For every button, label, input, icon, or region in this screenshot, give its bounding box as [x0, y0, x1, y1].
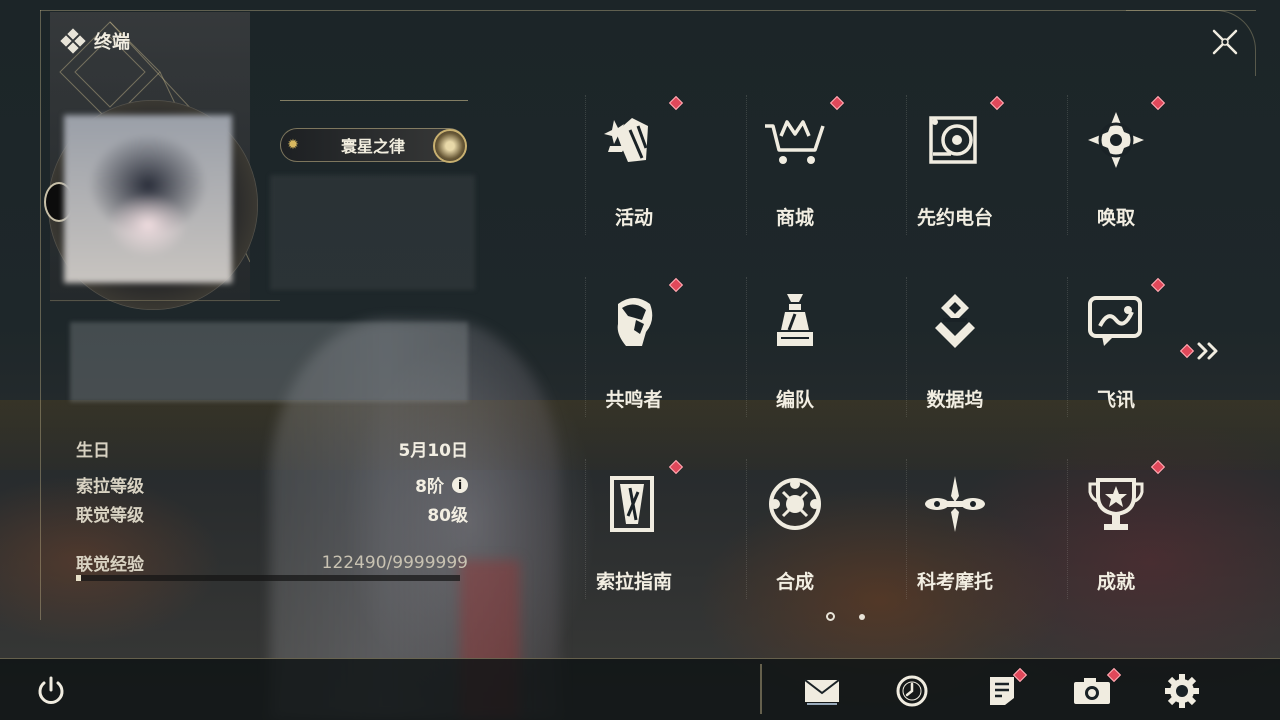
- mail-icon: [804, 679, 840, 705]
- shop-cart-icon: [760, 105, 830, 175]
- activity-icon: [599, 105, 669, 175]
- page-indicator: [826, 612, 865, 621]
- tile-guide: [585, 95, 586, 235]
- bottom-divider: [760, 664, 762, 714]
- menu-tile-synthesis[interactable]: 合成: [715, 459, 875, 629]
- menu-tile-shop-cart[interactable]: 商城: [715, 95, 875, 265]
- menu-tile-label: 编队: [775, 389, 814, 411]
- tile-guide: [1067, 459, 1068, 599]
- radio-icon: [920, 105, 990, 175]
- camera-icon: [1074, 678, 1110, 704]
- history-button[interactable]: [891, 670, 933, 712]
- menu-tile-label: 活动: [614, 207, 653, 229]
- badge-dot: [989, 95, 1005, 111]
- badge-dot: [829, 95, 845, 111]
- tile-guide: [906, 95, 907, 235]
- frame-left-line: [40, 10, 41, 620]
- orb-icon: [433, 129, 467, 163]
- badge-dot: [1179, 343, 1195, 359]
- clock-icon: [896, 675, 928, 707]
- team-chess-icon: [760, 287, 830, 357]
- synthesis-icon: [760, 469, 830, 539]
- tile-guide: [585, 277, 586, 417]
- menu-tile-convene[interactable]: 唤取: [1036, 95, 1196, 265]
- close-button[interactable]: [1205, 22, 1245, 62]
- exp-progress-fill: [76, 575, 81, 581]
- menu-tile-label: 数据坞: [926, 389, 984, 411]
- guidebook-icon: [599, 469, 669, 539]
- menu-tile-label: 共鸣者: [605, 389, 663, 411]
- badge-dot: [668, 95, 684, 111]
- player-name-area: [270, 175, 475, 290]
- badge-dot: [1150, 277, 1166, 293]
- menu-tile-label: 唤取: [1096, 207, 1135, 229]
- menu-tile-team-chess[interactable]: 编队: [715, 277, 875, 447]
- title-divider: [280, 100, 468, 101]
- page-dot-1[interactable]: [826, 612, 835, 621]
- tile-guide: [585, 459, 586, 599]
- menu-tile-label: 先约电台: [916, 207, 993, 229]
- terminal-header: 终端: [60, 28, 130, 54]
- menu-tile-label: 商城: [775, 207, 814, 229]
- avatar[interactable]: [64, 115, 232, 283]
- camera-button[interactable]: [1071, 667, 1122, 712]
- tile-guide: [906, 459, 907, 599]
- title-badge[interactable]: ✹ 寰星之律: [280, 128, 467, 163]
- convene-icon: [1081, 105, 1151, 175]
- badge-dot: [1150, 95, 1166, 111]
- stat-birthday: 生日 5月10日: [76, 441, 468, 461]
- next-page-button[interactable]: [1179, 338, 1222, 364]
- tile-guide: [1067, 277, 1068, 417]
- double-chevron-right-icon: [1197, 342, 1218, 360]
- resonator-icon: [599, 287, 669, 357]
- menu-tile-radio[interactable]: 先约电台: [875, 95, 1035, 265]
- page-dot-2[interactable]: [859, 613, 865, 620]
- stat-union-exp: 联觉经验 122490/9999999: [76, 552, 468, 576]
- menu-tile-activity[interactable]: 活动: [554, 95, 714, 265]
- title-badge-label: 寰星之律: [340, 137, 405, 156]
- message-icon: [1081, 287, 1151, 357]
- menu-tile-label: 飞讯: [1096, 389, 1135, 411]
- menu-tile-message[interactable]: 飞讯: [1036, 277, 1196, 447]
- menu-tile-trophy[interactable]: 成就: [1036, 459, 1196, 629]
- page-title: 终端: [94, 32, 130, 53]
- info-icon[interactable]: i: [452, 476, 468, 493]
- motorcycle-icon: [920, 469, 990, 539]
- tile-guide: [906, 277, 907, 417]
- menu-tile-motorcycle[interactable]: 科考摩托: [875, 459, 1035, 629]
- power-button[interactable]: [30, 670, 72, 712]
- menu-tile-label: 成就: [1096, 571, 1135, 593]
- badge-dot: [668, 459, 684, 475]
- badge-dot: [1150, 459, 1166, 475]
- frame-top-line: [40, 10, 1256, 11]
- menu-tile-resonator[interactable]: 共鸣者: [554, 277, 714, 447]
- menu-tile-label: 科考摩托: [916, 571, 993, 593]
- close-icon: [1212, 29, 1238, 55]
- data-bank-icon: [920, 287, 990, 357]
- menu-tile-data-bank[interactable]: 数据坞: [875, 277, 1035, 447]
- profile-divider: [50, 300, 280, 301]
- menu-tile-label: 合成: [775, 571, 814, 593]
- trophy-icon: [1081, 469, 1151, 539]
- menu-tile-guidebook[interactable]: 索拉指南: [554, 459, 714, 629]
- exp-progress-bar: [76, 575, 460, 581]
- gear-icon: [1165, 674, 1199, 708]
- tile-guide: [746, 459, 747, 599]
- badge-dot: [668, 277, 684, 293]
- tile-guide: [746, 95, 747, 235]
- notes-icon: [990, 677, 1014, 705]
- terminal-icon: [60, 28, 86, 54]
- tile-guide: [746, 277, 747, 417]
- menu-tile-label: 索拉指南: [595, 571, 672, 593]
- settings-button[interactable]: [1161, 670, 1203, 712]
- stat-sol-level: 索拉等级 8阶 i: [76, 472, 468, 497]
- signature-area[interactable]: [70, 322, 468, 402]
- notes-button[interactable]: [981, 667, 1028, 712]
- mail-button[interactable]: [801, 670, 843, 712]
- tile-guide: [1067, 95, 1068, 235]
- power-icon: [38, 676, 64, 704]
- stat-union-level: 联觉等级 80级: [76, 506, 468, 526]
- sun-icon: ✹: [287, 137, 299, 153]
